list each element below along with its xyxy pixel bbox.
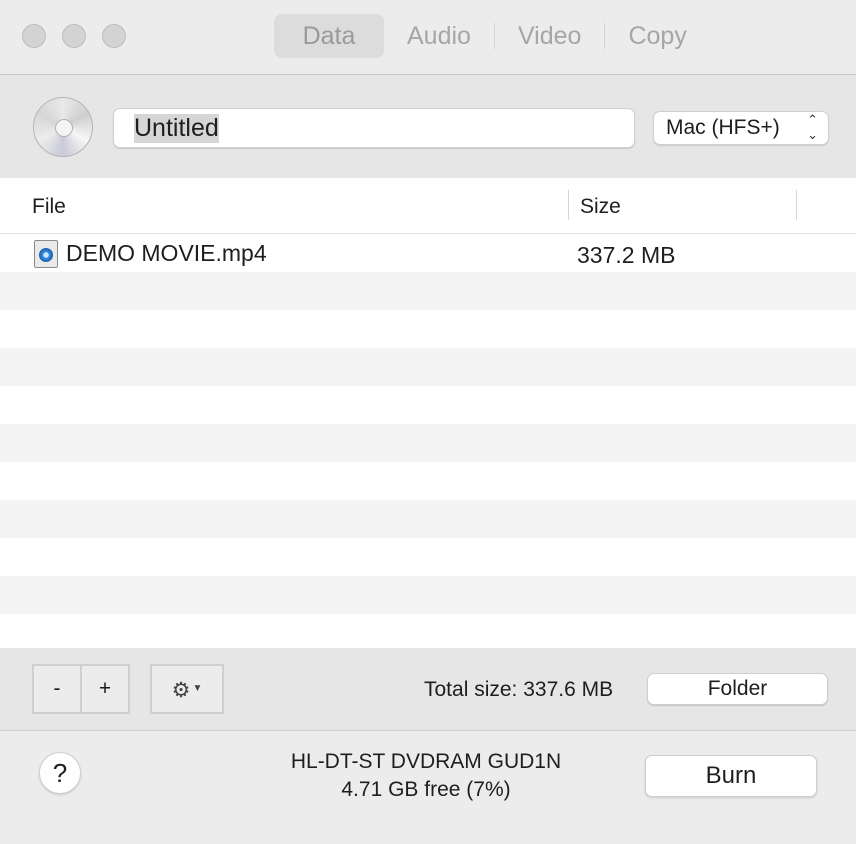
- burn-window: Data Audio Video Copy Mac (HFS+) ⌃⌄ File…: [0, 0, 856, 844]
- column-header-file[interactable]: File: [32, 195, 66, 219]
- gear-icon: ⚙: [171, 679, 191, 702]
- chevron-up-down-icon: ⌃ ⌄: [807, 112, 818, 142]
- action-menu-button[interactable]: ⚙ ▼: [150, 664, 224, 714]
- mode-tabs: Data Audio Video Copy: [274, 14, 710, 58]
- add-item-button[interactable]: +: [80, 666, 128, 712]
- drive-free-space: 4.71 GB free (7%): [341, 778, 511, 801]
- table-row-empty: [0, 272, 856, 310]
- file-size: 337.2 MB: [577, 242, 676, 268]
- table-row-empty: [0, 462, 856, 500]
- filesystem-selected-value: Mac (HFS+): [666, 116, 780, 139]
- tab-audio[interactable]: Audio: [384, 14, 494, 58]
- table-row-empty: [0, 538, 856, 576]
- zoom-window-button[interactable]: [102, 24, 126, 48]
- title-bar: Data Audio Video Copy: [0, 0, 856, 75]
- close-window-button[interactable]: [22, 24, 46, 48]
- add-remove-control: - +: [32, 664, 130, 714]
- table-row-empty: [0, 386, 856, 424]
- table-row-empty: [0, 614, 856, 652]
- drive-info: HL-DT-ST DVDRAM GUD1N 4.71 GB free (7%): [226, 748, 626, 804]
- table-row-empty: [0, 348, 856, 386]
- table-row-empty: [0, 424, 856, 462]
- tab-video[interactable]: Video: [495, 14, 605, 58]
- tab-copy[interactable]: Copy: [605, 14, 709, 58]
- file-list: File Size DEMO MOVIE.mp4 337.2 MB: [0, 178, 856, 648]
- table-row[interactable]: DEMO MOVIE.mp4 337.2 MB: [0, 234, 856, 272]
- list-toolbar: - + ⚙ ▼ Total size: 337.6 MB Folder: [0, 648, 856, 731]
- column-divider[interactable]: [796, 190, 797, 220]
- table-row-empty: [0, 500, 856, 538]
- minimize-window-button[interactable]: [62, 24, 86, 48]
- column-divider[interactable]: [568, 190, 569, 220]
- quicktime-file-icon: [34, 240, 58, 268]
- burn-bar: ? HL-DT-ST DVDRAM GUD1N 4.71 GB free (7%…: [0, 731, 856, 844]
- disc-name-input[interactable]: [113, 108, 635, 148]
- file-name: DEMO MOVIE.mp4: [66, 240, 267, 266]
- filesystem-select[interactable]: Mac (HFS+) ⌃ ⌄: [653, 111, 829, 145]
- table-row-empty: [0, 310, 856, 348]
- remove-item-button[interactable]: -: [34, 666, 80, 712]
- file-list-header: File Size: [0, 178, 856, 234]
- drive-name: HL-DT-ST DVDRAM GUD1N: [290, 750, 562, 773]
- help-button[interactable]: ?: [39, 752, 81, 794]
- column-header-size[interactable]: Size: [580, 195, 621, 219]
- cd-disc-icon: [33, 97, 93, 157]
- table-row-empty: [0, 576, 856, 614]
- dropdown-triangle-icon: ▼: [192, 683, 203, 694]
- new-folder-button[interactable]: Folder: [647, 673, 828, 705]
- total-size-label: Total size: 337.6 MB: [424, 678, 614, 701]
- burn-button[interactable]: Burn: [645, 755, 817, 797]
- tab-data[interactable]: Data: [274, 14, 384, 58]
